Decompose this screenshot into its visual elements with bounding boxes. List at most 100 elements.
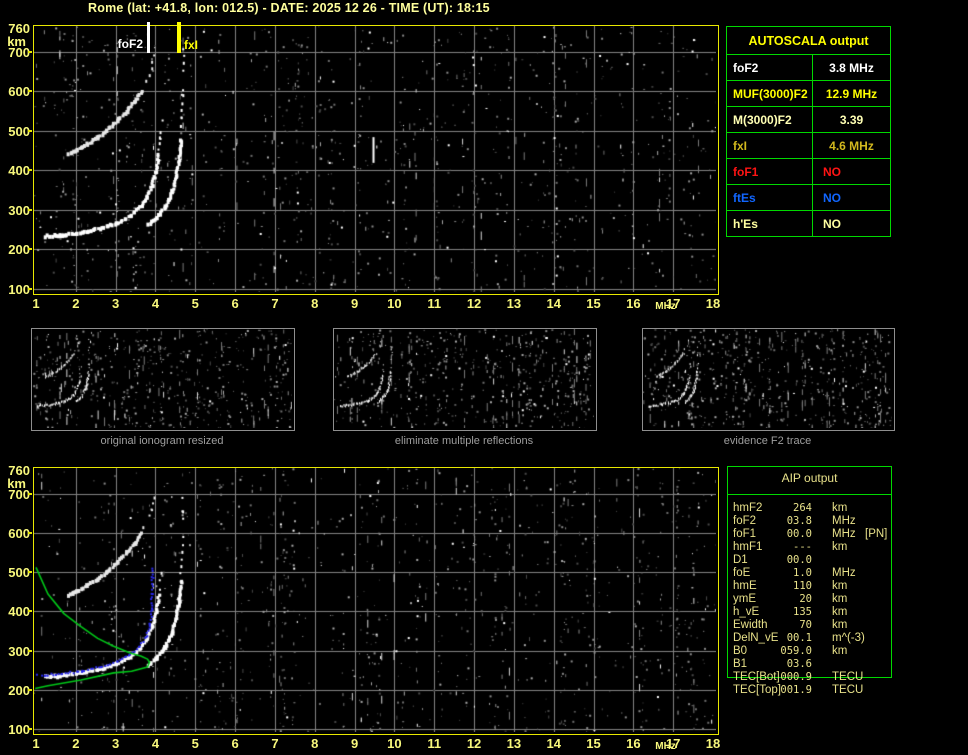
- y-tick-label: 200: [8, 682, 30, 698]
- aip-row-b0: B0 059.0 km: [727, 645, 947, 658]
- aip-row-yme: ymE 20 km: [727, 593, 947, 606]
- aip-unit: km: [832, 502, 848, 514]
- parameter-value: 4.6 MHz: [829, 138, 874, 153]
- y-tick-label: 200: [8, 242, 30, 258]
- ionogram-plot-bottom: [33, 467, 719, 735]
- thumbnail-caption-reflections: eliminate multiple reflections: [394, 435, 534, 447]
- aip-row-fof1: foF1 00.0 MHz [PN]: [727, 528, 947, 541]
- x-tick-label: 1: [32, 736, 40, 751]
- aip-value: 110: [793, 580, 812, 592]
- x-tick-label: 7: [271, 736, 279, 751]
- thumbnail-caption-original: original ionogram resized: [100, 435, 224, 447]
- x-tick-label: 6: [231, 736, 239, 751]
- y-tick-label: 600: [8, 525, 30, 541]
- aip-value: 03.8: [786, 515, 812, 527]
- aip-row-tectop: TEC[Top] 001.9 TECU: [727, 684, 947, 697]
- y-tick-label: 760: [8, 21, 30, 36]
- parameter-value: 12.9 MHz: [825, 86, 878, 101]
- fxi-marker-label: fxI: [184, 38, 199, 52]
- x-tick-label: 16: [626, 736, 641, 751]
- thumbnail-canvas-reflections: [334, 329, 594, 428]
- ionogram-plot-top: [33, 25, 719, 295]
- x-tick-label: 13: [506, 296, 522, 311]
- autoscala-output-table: AUTOSCALA output foF2 3.8 MHz MUF(3000)F2 1…: [726, 26, 891, 237]
- y-axis-tick: [28, 208, 32, 211]
- y-tick-label: 700: [8, 486, 30, 502]
- aip-row-delnve: DelN_vE 00.1 m^(-3): [727, 632, 947, 645]
- y-axis-tick: [28, 169, 32, 172]
- parameter-name: ftEs: [727, 185, 813, 210]
- parameter-name: h'Es: [727, 211, 813, 236]
- x-tick-label: 12: [466, 736, 482, 751]
- aip-unit: km: [832, 619, 848, 631]
- x-tick-label: 11: [427, 736, 442, 751]
- autoscala-row-hes: h'Es NO: [727, 211, 890, 236]
- page-title: Rome (lat: +41.8, lon: 012.5) - DATE: 20…: [88, 1, 490, 15]
- autoscala-row-fxi: fxI 4.6 MHz: [727, 133, 890, 159]
- y-tick-label: 760: [8, 463, 30, 478]
- ionogram-canvas-top: [34, 26, 716, 292]
- parameter-value: NO: [823, 216, 841, 231]
- aip-value: 059.0: [780, 645, 812, 657]
- y-tick-label: 100: [8, 722, 30, 737]
- aip-unit: TECU: [832, 671, 864, 683]
- parameter-name: fxI: [727, 133, 813, 158]
- aip-unit: km: [832, 593, 848, 605]
- aip-row-hmf2: hmF2 264 km: [727, 502, 947, 515]
- x-axis-unit-label: MHz: [655, 741, 676, 752]
- parameter-name: MUF(3000)F2: [727, 81, 813, 106]
- aip-unit: km: [832, 580, 848, 592]
- x-tick-label: 15: [586, 296, 601, 311]
- aip-unit: km: [832, 541, 848, 553]
- autoscala-row-fof1: foF1 NO: [727, 159, 890, 185]
- aip-value: 001.9: [780, 684, 812, 696]
- aip-unit: km: [832, 606, 848, 618]
- x-tick-label: 14: [546, 736, 561, 751]
- y-tick-label: 300: [8, 202, 30, 218]
- y-axis-tick: [28, 248, 32, 251]
- autoscala-row-ftes: ftEs NO: [727, 185, 890, 211]
- x-axis-unit-label: MHz: [655, 301, 676, 312]
- aip-value: 00.0: [786, 554, 812, 566]
- y-axis-tick: [28, 90, 32, 93]
- aip-value: 20: [799, 593, 812, 605]
- aip-row-tecbot: TEC[Bot] 000.9 TECU: [727, 671, 947, 684]
- y-tick-label: 500: [8, 123, 30, 139]
- x-tick-label: 9: [350, 736, 359, 751]
- y-axis-tick: [28, 50, 32, 53]
- x-tick-label: 13: [506, 736, 522, 751]
- aip-value: 000.9: [780, 671, 812, 683]
- parameter-name: foF1: [727, 159, 813, 184]
- x-tick-label: 11: [427, 296, 442, 311]
- y-tick-label: 300: [8, 643, 30, 659]
- parameter-value: NO: [823, 190, 841, 205]
- aip-value: 264: [793, 502, 812, 514]
- autoscala-row-fof2: foF2 3.8 MHz: [727, 55, 890, 81]
- y-axis-tick: [28, 688, 32, 691]
- aip-label: B0: [733, 645, 748, 657]
- x-tick-label: 9: [350, 296, 359, 311]
- thumbnail-multiple-reflections: [333, 328, 597, 431]
- aip-row-hve: h_vE 135 km: [727, 606, 947, 619]
- autoscala-row-muf3000f2: MUF(3000)F2 12.9 MHz: [727, 81, 890, 107]
- aip-label: B1: [733, 658, 748, 670]
- autoscala-table-rows: foF2 3.8 MHz MUF(3000)F2 12.9 MHz M(3000)F2 3…: [727, 55, 890, 236]
- parameter-value: 3.8 MHz: [829, 60, 874, 75]
- x-tick-label: 10: [387, 736, 402, 751]
- x-tick-label: 3: [112, 296, 120, 311]
- y-axis-tick: [28, 610, 32, 613]
- fof2-marker-line: [147, 22, 150, 53]
- aip-value: 00.1: [786, 632, 812, 644]
- aip-value: ---: [793, 541, 812, 553]
- y-axis-tick: [28, 571, 32, 574]
- aip-row-ewidth: Ewidth 70 km: [727, 619, 947, 632]
- aip-row-b1: B1 03.6: [727, 658, 947, 671]
- aip-unit: TECU: [832, 684, 864, 696]
- x-tick-label: 2: [72, 736, 80, 751]
- x-tick-label: 4: [151, 736, 160, 751]
- fxi-marker-line: [177, 22, 181, 53]
- y-axis-tick: [28, 728, 32, 730]
- aip-value: 00.0: [786, 528, 812, 540]
- aip-extra: [PN]: [865, 528, 888, 540]
- parameter-value: NO: [823, 164, 841, 179]
